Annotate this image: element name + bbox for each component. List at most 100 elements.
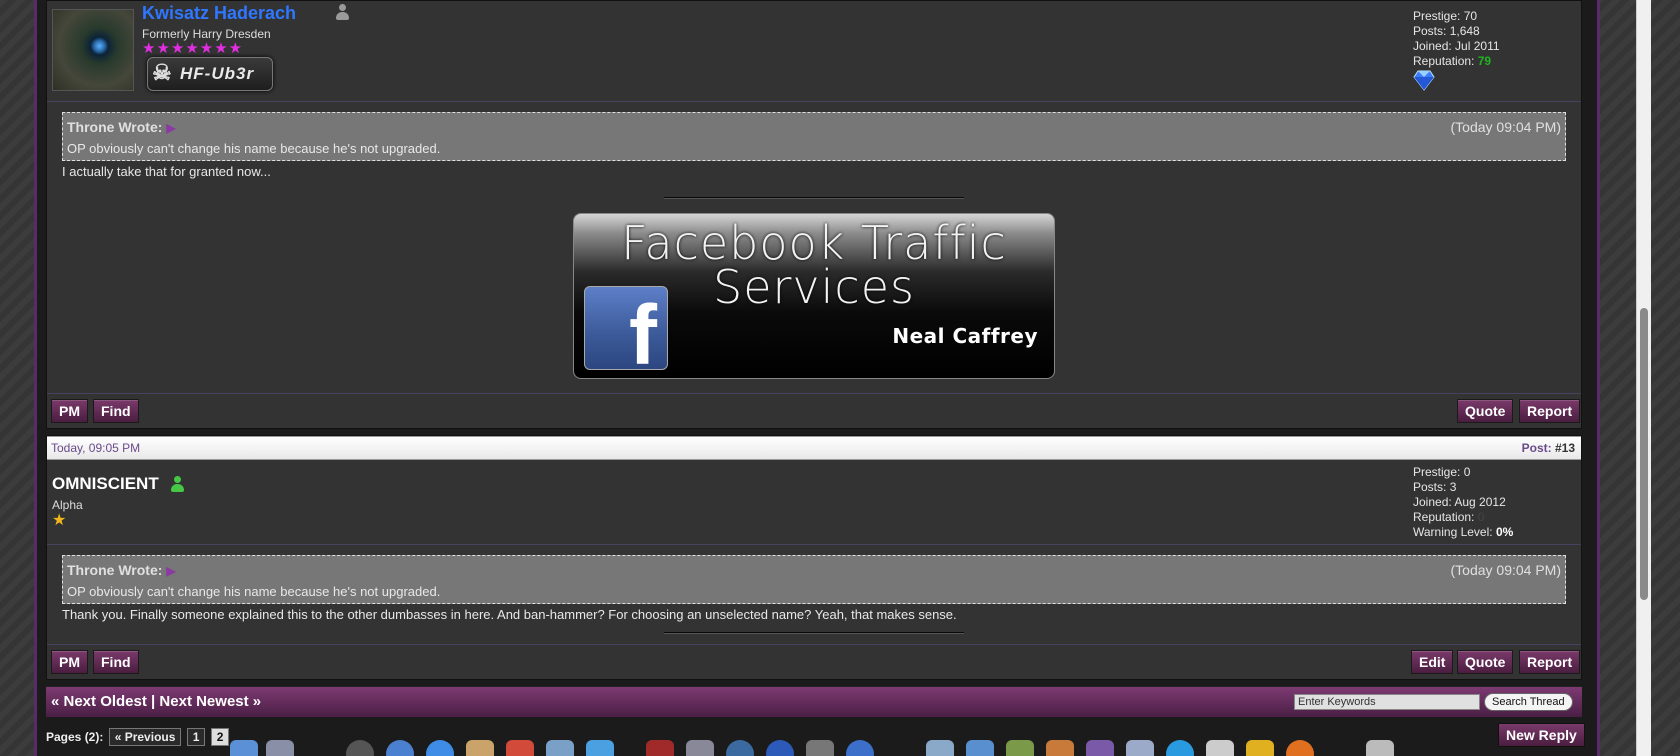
online-status-icon xyxy=(171,476,184,492)
vertical-scrollbar[interactable] xyxy=(1636,0,1651,756)
signature-divider xyxy=(664,197,964,199)
post-header: Today, 09:05 PM Post: #13 xyxy=(47,436,1581,460)
quote-text: OP obviously can't change his name becau… xyxy=(67,141,441,156)
nav-separator: | xyxy=(151,693,156,710)
app-icon[interactable] xyxy=(686,740,714,756)
find-button[interactable]: Find xyxy=(93,399,139,423)
user-group-userbar: ☠ HF-Ub3r xyxy=(147,57,273,91)
username-link[interactable]: OMNISCIENT xyxy=(52,474,159,494)
pm-button[interactable]: PM xyxy=(51,650,88,674)
app-icon[interactable] xyxy=(766,740,794,756)
skype-icon[interactable] xyxy=(1166,740,1194,756)
pages-label: Pages (2): xyxy=(46,730,104,744)
reputation-label: Reputation: xyxy=(1413,54,1475,68)
safari-icon[interactable] xyxy=(386,740,414,756)
quote-time: (Today 09:04 PM) xyxy=(1450,562,1562,578)
edit-button[interactable]: Edit xyxy=(1411,650,1454,674)
post-message: I actually take that for granted now... xyxy=(62,164,271,179)
thread-container: Kwisatz Haderach Formerly Harry Dresden … xyxy=(46,0,1582,717)
post-body: Throne Wrote: ▶ (Today 09:04 PM) OP obvio… xyxy=(47,545,1581,634)
quote-button[interactable]: Quote xyxy=(1457,650,1514,674)
app-icon[interactable] xyxy=(1046,740,1074,756)
quote-block: Throne Wrote: ▶ (Today 09:04 PM) OP obvio… xyxy=(62,112,1566,161)
user-avatar[interactable] xyxy=(52,9,134,91)
joined-label: Joined: xyxy=(1413,495,1452,509)
prestige-label: Prestige: xyxy=(1413,465,1461,479)
app-icon[interactable] xyxy=(966,740,994,756)
user-rank-stars: ★★★★★★★ xyxy=(142,40,244,57)
jump-to-quote-icon[interactable]: ▶ xyxy=(166,121,175,135)
page-link-1[interactable]: 1 xyxy=(186,728,206,746)
quote-block: Throne Wrote: ▶ (Today 09:04 PM) OP obvio… xyxy=(62,555,1566,604)
app-icon[interactable] xyxy=(266,740,294,756)
app-icon[interactable] xyxy=(806,740,834,756)
joined-value: Aug 2012 xyxy=(1454,495,1506,509)
posts-label: Posts: xyxy=(1413,24,1447,38)
quote-time: (Today 09:04 PM) xyxy=(1450,119,1562,135)
signature-divider xyxy=(664,632,964,634)
find-button[interactable]: Find xyxy=(93,650,139,674)
calendar-icon[interactable] xyxy=(506,740,534,756)
macos-dock xyxy=(220,736,1480,756)
post-author-panel: Kwisatz Haderach Formerly Harry Dresden … xyxy=(47,1,1581,102)
thread-nav-links: « Next Oldest | Next Newest » xyxy=(51,693,261,710)
signature-name: Neal Caffrey xyxy=(892,324,1038,348)
app-icon[interactable] xyxy=(1086,740,1114,756)
app-icon[interactable] xyxy=(926,740,954,756)
post: Kwisatz Haderach Formerly Harry Dresden … xyxy=(46,0,1582,429)
finder-icon[interactable] xyxy=(230,740,258,756)
posts-value: 1,648 xyxy=(1449,24,1480,38)
app-icon[interactable] xyxy=(1246,740,1274,756)
reputation-value[interactable]: 0 xyxy=(1478,510,1485,524)
scrollbar-thumb[interactable] xyxy=(1640,308,1648,600)
username-link[interactable]: Kwisatz Haderach xyxy=(142,3,296,24)
pm-button[interactable]: PM xyxy=(51,399,88,423)
firefox-icon[interactable] xyxy=(1286,740,1314,756)
app-icon[interactable] xyxy=(726,740,754,756)
app-icon[interactable] xyxy=(426,740,454,756)
post-number[interactable]: Post: #13 xyxy=(1522,441,1575,455)
quote-header: Throne Wrote: ▶ (Today 09:04 PM) xyxy=(67,562,1561,578)
trash-icon[interactable] xyxy=(1366,740,1394,756)
offline-status-icon xyxy=(336,4,349,20)
next-oldest-link[interactable]: « Next Oldest xyxy=(51,693,147,710)
warning-value[interactable]: 0% xyxy=(1496,525,1513,539)
app-icon[interactable] xyxy=(586,740,614,756)
reputation-label: Reputation: xyxy=(1413,510,1475,524)
signature-banner[interactable]: Facebook Traffic Services f Neal Caffrey xyxy=(573,213,1055,379)
post-number-value: #13 xyxy=(1554,441,1575,455)
quote-author: Throne Wrote: xyxy=(67,119,163,135)
new-reply-button[interactable]: New Reply xyxy=(1498,723,1585,747)
previous-page-link[interactable]: « Previous xyxy=(108,728,182,746)
warning-label: Warning Level: xyxy=(1413,525,1493,539)
diamond-award-icon xyxy=(1413,70,1435,91)
prestige-value: 70 xyxy=(1463,9,1478,23)
app-icon[interactable] xyxy=(1006,740,1034,756)
dictionary-icon[interactable] xyxy=(646,740,674,756)
prestige-label: Prestige: xyxy=(1413,9,1461,23)
report-button[interactable]: Report xyxy=(1519,399,1581,423)
search-thread-button[interactable]: Search Thread xyxy=(1484,693,1573,711)
app-icon[interactable] xyxy=(546,740,574,756)
quote-header: Throne Wrote: ▶ (Today 09:04 PM) xyxy=(67,119,1561,135)
app-icon[interactable] xyxy=(346,740,374,756)
user-rank-stars: ★ xyxy=(52,512,67,529)
posts-value: 3 xyxy=(1449,480,1457,494)
thread-navigation-bar: « Next Oldest | Next Newest » Enter Keyw… xyxy=(46,686,1582,717)
app-icon[interactable] xyxy=(1206,740,1234,756)
jump-to-quote-icon[interactable]: ▶ xyxy=(166,564,175,578)
search-thread-input[interactable]: Enter Keywords xyxy=(1294,694,1480,710)
app-icon[interactable] xyxy=(466,740,494,756)
next-newest-link[interactable]: Next Newest » xyxy=(159,693,261,710)
quote-button[interactable]: Quote xyxy=(1457,399,1514,423)
app-icon[interactable] xyxy=(1126,740,1154,756)
reputation-value[interactable]: 79 xyxy=(1478,54,1491,68)
user-stats: Prestige: 70 Posts: 1,648 Joined: Jul 20… xyxy=(1413,9,1500,69)
report-button[interactable]: Report xyxy=(1519,650,1581,674)
joined-label: Joined: xyxy=(1413,39,1452,53)
post-controls: PM Find Edit Quote Report xyxy=(47,644,1581,679)
skull-icon: ☠ xyxy=(152,60,172,85)
userbar-text: HF-Ub3r xyxy=(180,64,255,83)
post-body: Throne Wrote: ▶ (Today 09:04 PM) OP obvio… xyxy=(47,102,1581,379)
app-icon[interactable] xyxy=(846,740,874,756)
